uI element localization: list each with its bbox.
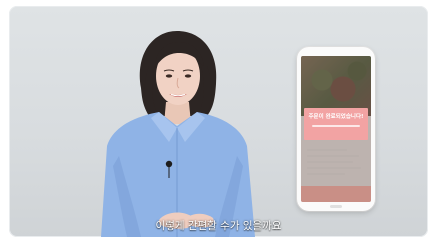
modal-subtext-line (312, 125, 360, 127)
confirm-button (301, 186, 371, 202)
order-complete-modal: 주문이 완료되었습니다! (304, 108, 368, 140)
video-frame[interactable]: 주문이 완료되었습니다! 이렇게 간편할 수가 있을까요 (9, 6, 428, 237)
modal-title: 주문이 완료되었습니다! (308, 114, 364, 120)
video-subtitle: 이렇게 간편할 수가 있을까요 (155, 220, 282, 232)
order-details (307, 149, 365, 179)
phone-screen: 주문이 완료되었습니다! (301, 56, 371, 202)
phone-mockup: 주문이 완료되었습니다! (297, 47, 375, 211)
home-indicator (330, 205, 342, 208)
